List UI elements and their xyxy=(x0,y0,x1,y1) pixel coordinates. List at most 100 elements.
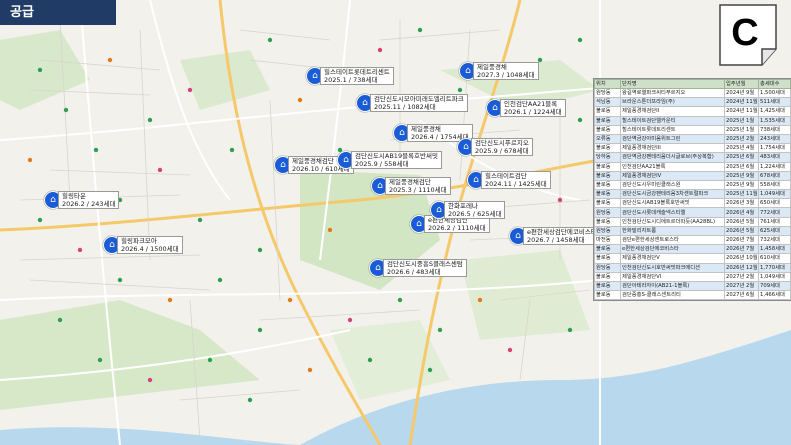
table-cell-units: 1,770세대 xyxy=(758,262,791,273)
table-cell-name: 인천검단신도시디에트르더따듯(AA28BL) xyxy=(620,216,725,227)
table-cell-date: 2025년 6월 xyxy=(724,161,759,172)
table-cell-units: 732세대 xyxy=(758,234,791,246)
table-row: 원당동 검단신도시롯데캐슬넥스티엘 2026년 4월 772세대 xyxy=(594,207,791,218)
table-cell-loc: 석남동 xyxy=(594,97,621,108)
table-cell-units: 1,535세대 xyxy=(758,115,791,126)
table-header-row: 위치 단지명 입주년월 총세대수 xyxy=(594,79,791,89)
table-cell-name: 검단아테라자이(AB21-1블록) xyxy=(620,280,725,292)
table-cell-units: 1,049세대 xyxy=(758,189,791,200)
table-cell-name: 검단역금강아미움위트그린 xyxy=(620,133,725,145)
table-cell-name: 검단역금강펜테리움더시글로브(주상복합) xyxy=(620,152,725,163)
table-cell-name: e편한세상검단에코비스타 xyxy=(620,244,725,255)
table-cell-date: 2025년 2월 xyxy=(724,133,759,145)
table-row: 당하동 검단역금강펜테리움더시글로브(주상복합) 2025년 6월 483세대 xyxy=(594,152,791,163)
table-cell-name: 힐스테이트검단웰카운티 xyxy=(620,115,725,126)
table-cell-units: 650세대 xyxy=(758,198,791,209)
table-cell-date: 2025년 11월 xyxy=(724,189,759,200)
table-cell-units: 1,224세대 xyxy=(758,161,791,172)
table-cell-name: 검단신도시롯데캐슬넥스티엘 xyxy=(620,207,725,218)
table-cell-units: 483세대 xyxy=(758,152,791,163)
table-cell-name: 제일풍경채검단V xyxy=(620,253,725,264)
supply-table: 위치 단지명 입주년월 총세대수 원당동 왕길역로열파크씨티푸르지오 2024년 9… xyxy=(593,78,791,302)
table-cell-units: 1,049세대 xyxy=(758,271,791,282)
table-cell-loc: 당하동 xyxy=(594,152,621,163)
table-cell-loc: 불로동 xyxy=(594,106,621,117)
table-cell-units: 1,500세대 xyxy=(758,87,791,99)
table-row: 석남동 브라운스톤더프라임(주) 2024년 11월 511세대 xyxy=(594,97,791,108)
table-cell-loc: 불로동 xyxy=(594,280,621,292)
table-cell-name: 검단e편한세상센트로스타 xyxy=(620,234,725,246)
column-header-complex: 단지명 xyxy=(620,79,725,89)
table-cell-loc: 불로동 xyxy=(594,216,621,227)
table-cell-date: 2026년 12월 xyxy=(724,262,759,273)
table-row: 원당동 왕길역로열파크씨티푸르지오 2024년 9월 1,500세대 xyxy=(594,87,791,99)
table-row: 불로동 검단중흥S-클래스센트리티 2027년 6월 1,466세대 xyxy=(594,290,791,301)
table-cell-loc: 원당동 xyxy=(594,262,621,273)
table-cell-units: 625세대 xyxy=(758,225,791,237)
table-cell-date: 2027년 2월 xyxy=(724,280,759,292)
table-row: 마전동 검단e편한세상센트로스타 2026년 7월 732세대 xyxy=(594,234,791,246)
table-cell-loc: 불로동 xyxy=(594,179,621,191)
table-row: 불로동 검단신도시금강펜테리움3차센트럴파크 2025년 11월 1,049세대 xyxy=(594,189,791,200)
table-row: 불로동 제일풍경채검단II 2024년 11월 1,425세대 xyxy=(594,106,791,117)
document-icon: C xyxy=(719,4,777,66)
table-cell-units: 761세대 xyxy=(758,216,791,227)
table-cell-loc: 불로동 xyxy=(594,124,621,135)
table-row: 불로동 힐스테이트검단웰카운티 2025년 1월 1,535세대 xyxy=(594,115,791,126)
table-cell-name: 인천검단신도시호반써밋파크에디션 xyxy=(620,262,725,273)
table-cell-date: 2025년 1월 xyxy=(724,115,759,126)
table-cell-loc: 불로동 xyxy=(594,290,621,301)
table-cell-date: 2027년 2월 xyxy=(724,271,759,282)
table-cell-loc: 불로동 xyxy=(594,189,621,200)
table-cell-loc: 불로동 xyxy=(594,271,621,282)
table-cell-name: 인천검단AA21블록 xyxy=(620,161,725,172)
table-cell-loc: 불로동 xyxy=(594,143,621,154)
table-cell-date: 2026년 7월 xyxy=(724,244,759,255)
table-cell-name: 제일풍경채검단III xyxy=(620,143,725,154)
table-cell-name: 힐스테이트롯데트리센트 xyxy=(620,124,725,135)
table-cell-date: 2026년 5월 xyxy=(724,225,759,237)
column-header-move-in: 입주년월 xyxy=(724,79,759,89)
table-cell-units: 511세대 xyxy=(758,97,791,108)
table-cell-units: 1,425세대 xyxy=(758,106,791,117)
table-cell-name: 검단중흥S-클래스센트리티 xyxy=(620,290,725,301)
table-cell-date: 2025년 1월 xyxy=(724,124,759,135)
table-cell-units: 678세대 xyxy=(758,170,791,181)
table-row: 원당동 인천검단신도시호반써밋파크에디션 2026년 12월 1,770세대 xyxy=(594,262,791,273)
table-row: 불로동 힐스테이트롯데트리센트 2025년 1월 738세대 xyxy=(594,124,791,135)
table-cell-name: 검단신도시AB19블록호반써밋 xyxy=(620,198,725,209)
table-cell-date: 2026년 5월 xyxy=(724,216,759,227)
table-cell-units: 772세대 xyxy=(758,207,791,218)
table-cell-date: 2025년 6월 xyxy=(724,152,759,163)
column-header-location: 위치 xyxy=(594,79,621,89)
table-cell-loc: 불로동 xyxy=(594,115,621,126)
table-cell-loc: 오류동 xyxy=(594,133,621,145)
table-cell-name: 브라운스톤더프라임(주) xyxy=(620,97,725,108)
table-row: 불로동 인천검단신도시디에트르더따듯(AA28BL) 2026년 5월 761세대 xyxy=(594,216,791,227)
table-cell-name: 한화빌리지트룸 xyxy=(620,225,725,237)
table-cell-units: 1,466세대 xyxy=(758,290,791,301)
table-cell-date: 2025년 4월 xyxy=(724,143,759,154)
table-cell-date: 2026년 10월 xyxy=(724,253,759,264)
table-cell-units: 709세대 xyxy=(758,280,791,292)
table-row: 불로동 인천검단AA21블록 2025년 6월 1,224세대 xyxy=(594,161,791,172)
table-cell-units: 558세대 xyxy=(758,179,791,191)
table-cell-date: 2024년 11월 xyxy=(724,97,759,108)
table-cell-date: 2026년 3월 xyxy=(724,198,759,209)
column-header-units: 총세대수 xyxy=(758,79,791,89)
table-cell-date: 2026년 4월 xyxy=(724,207,759,218)
table-cell-units: 1,458세대 xyxy=(758,244,791,255)
table-cell-loc: 원당동 xyxy=(594,87,621,99)
logo-letter: C xyxy=(731,12,758,54)
table-row: 불로동 검단신도시우미린클래스원 2025년 9월 558세대 xyxy=(594,179,791,191)
table-cell-name: 검단신도시금강펜테리움3차센트럴파크 xyxy=(620,189,725,200)
table-cell-loc: 불로동 xyxy=(594,244,621,255)
table-cell-name: 제일풍경채검단IV xyxy=(620,170,725,181)
table-row: 불로동 제일풍경채검단III 2025년 4월 1,754세대 xyxy=(594,143,791,154)
table-cell-date: 2024년 11월 xyxy=(724,106,759,117)
table-row: 불로동 e편한세상검단에코비스타 2026년 7월 1,458세대 xyxy=(594,244,791,255)
table-cell-loc: 불로동 xyxy=(594,170,621,181)
table-row: 불로동 검단아테라자이(AB21-1블록) 2027년 2월 709세대 xyxy=(594,280,791,292)
table-cell-loc: 불로동 xyxy=(594,161,621,172)
table-cell-date: 2026년 7월 xyxy=(724,234,759,246)
